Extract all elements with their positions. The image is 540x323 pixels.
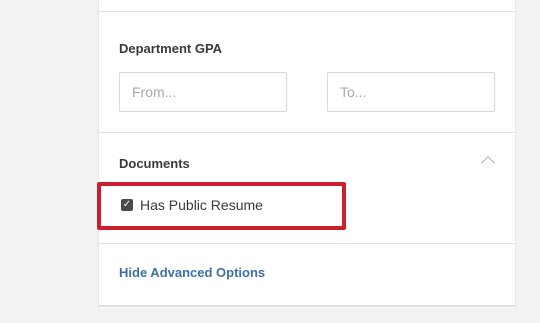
hide-advanced-options-link[interactable]: Hide Advanced Options xyxy=(119,265,265,280)
has-public-resume-option[interactable]: ✓ Has Public Resume xyxy=(121,196,263,214)
divider xyxy=(99,305,515,307)
chevron-up-icon[interactable] xyxy=(480,155,496,171)
gpa-from-input[interactable] xyxy=(119,72,287,112)
gpa-to-input[interactable] xyxy=(327,72,495,112)
documents-label: Documents xyxy=(119,156,190,171)
has-public-resume-label: Has Public Resume xyxy=(140,197,263,213)
department-gpa-label: Department GPA xyxy=(119,41,223,56)
divider xyxy=(99,11,515,12)
divider xyxy=(99,132,515,133)
has-public-resume-checkbox[interactable]: ✓ xyxy=(121,199,133,211)
divider xyxy=(99,243,515,244)
filter-panel: Department GPA Documents ✓ Has Public Re… xyxy=(98,0,516,308)
page: Department GPA Documents ✓ Has Public Re… xyxy=(0,0,540,323)
